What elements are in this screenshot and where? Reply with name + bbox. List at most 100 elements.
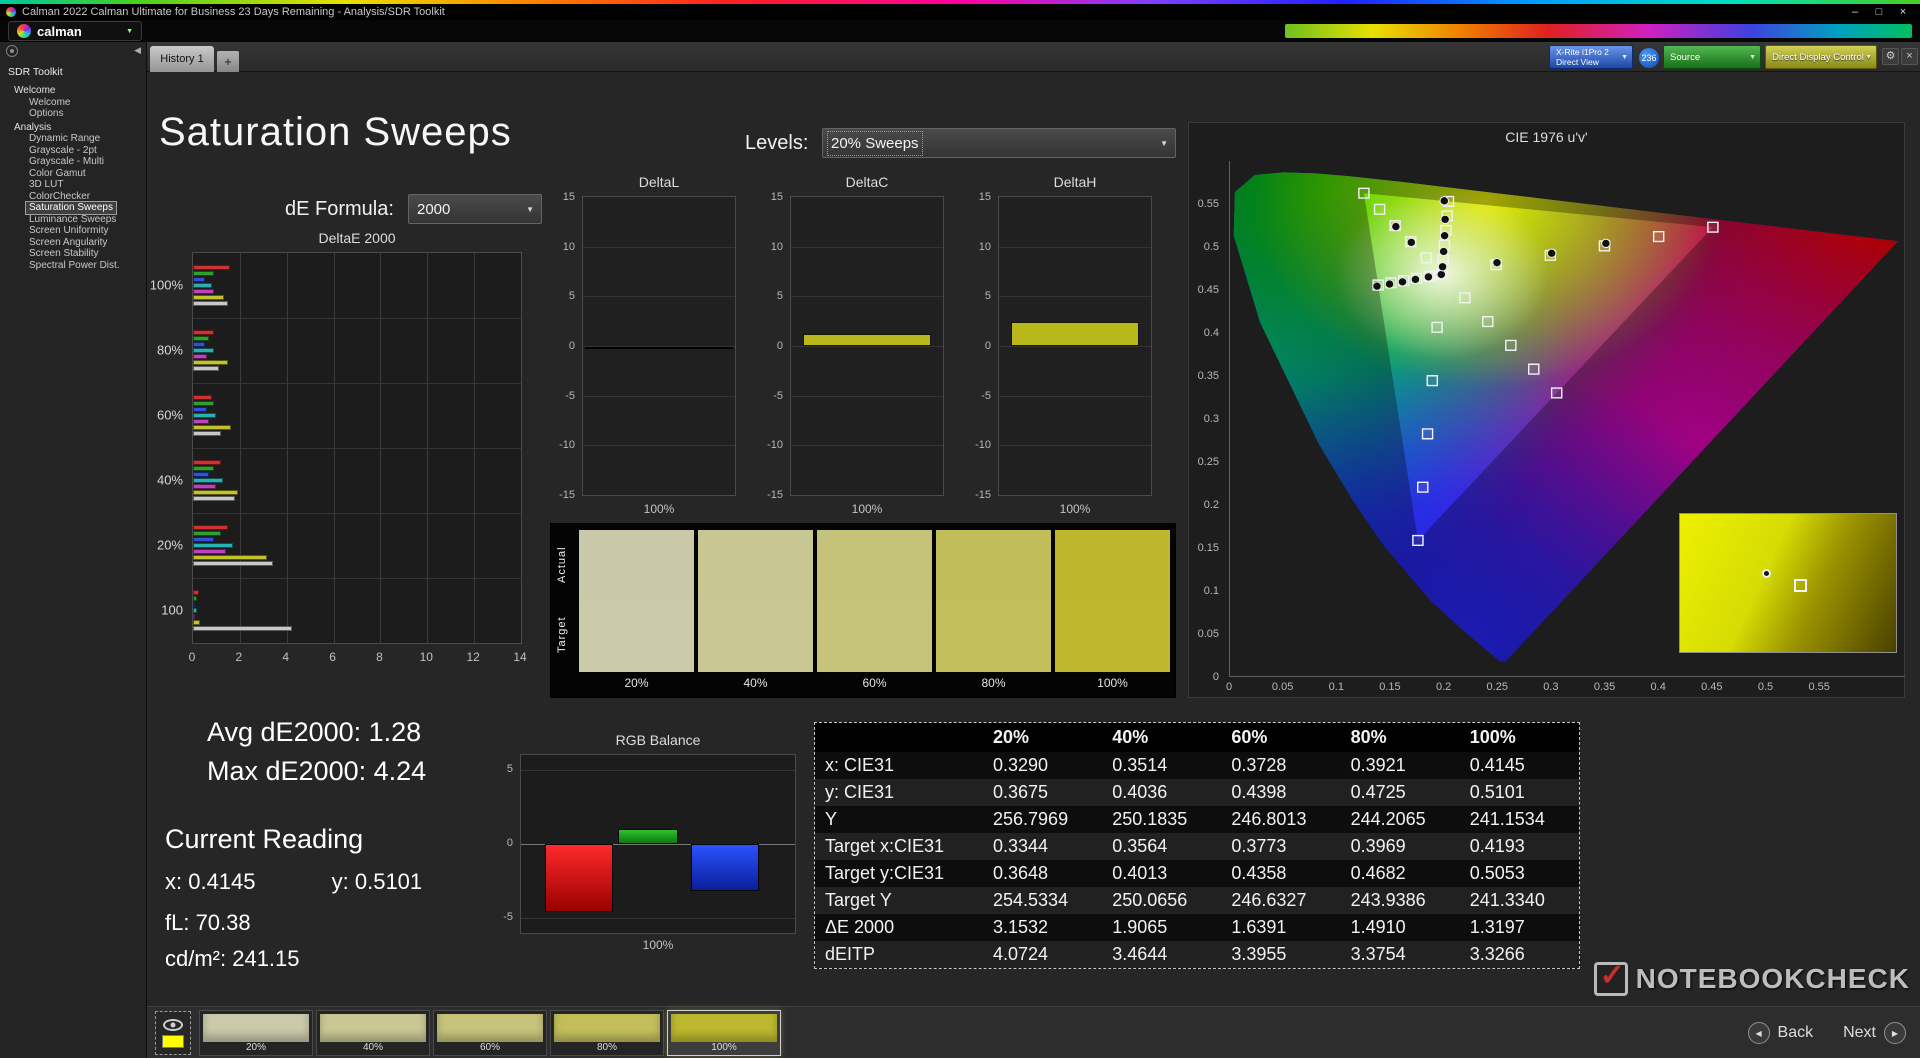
cie-diagram-panel: CIE 1976 u'v' 0 0.05 0.1 0.15 0.2 0.25 0.3 0.35… [1188, 122, 1905, 698]
patch-thumb-60[interactable]: 60% [433, 1010, 547, 1056]
swatch-label: 40% [743, 676, 768, 690]
patch-thumb-40[interactable]: 40% [316, 1010, 430, 1056]
patch-label: 80% [596, 1042, 617, 1053]
mini-y-tick-label: 5 [984, 290, 991, 303]
display-control-button[interactable]: Direct Display Control ▼ [1765, 45, 1877, 69]
cie-x-tick-label: 0.15 [1379, 681, 1401, 693]
sidebar-item-screen-uniformity[interactable]: Screen Uniformity [26, 225, 111, 237]
cie-x-tick-label: 0.45 [1701, 681, 1723, 693]
mini-y-tick-label: 5 [776, 290, 783, 303]
mini-y-tick-label: -10 [975, 439, 991, 452]
levels-dropdown[interactable]: 20% Sweeps ▼ [822, 128, 1176, 158]
table-cell: 0.3344 [993, 836, 1049, 856]
sidebar-group-welcome[interactable]: Welcome [14, 85, 146, 97]
collapse-sidebar-button[interactable]: ◀ [134, 45, 141, 56]
cie-x-tick-label: 0.4 [1650, 681, 1666, 693]
mini-y-tick-label: 0 [984, 340, 991, 352]
meter-select-button[interactable]: X-Rite i1Pro 2 Direct View ▼ [1549, 45, 1633, 69]
de-bar-20-4 [193, 549, 226, 554]
mini-y-tick-label: -10 [559, 439, 575, 452]
eye-icon [163, 1018, 183, 1031]
sidebar-item-saturation-sweeps[interactable]: Saturation Sweeps [25, 201, 117, 215]
chevron-down-icon: ▼ [1621, 53, 1628, 61]
target-icon[interactable] [6, 45, 18, 57]
swatch-20: 20% [579, 530, 694, 699]
sidebar-item-grayscale-2pt[interactable]: Grayscale - 2pt [26, 145, 100, 157]
sidebar-item-welcome[interactable]: Welcome [26, 97, 74, 109]
chevron-down-icon: ▼ [1749, 53, 1756, 61]
table-row-y-cie31: y: CIE31 0.3675 0.4036 0.4398 0.4725 0.5101 [815, 779, 1579, 806]
de-bar-100-1 [193, 271, 215, 276]
cie-x-tick-label: 0.05 [1271, 681, 1294, 693]
close-button[interactable]: × [1892, 6, 1914, 18]
table-cell: 1.9065 [1112, 917, 1168, 937]
sidebar-item-screen-stability[interactable]: Screen Stability [26, 248, 101, 260]
table-cell: 0.3921 [1350, 755, 1406, 775]
sidebar-item-grayscale-multi[interactable]: Grayscale - Multi [26, 156, 107, 168]
sidebar-item-screen-angularity[interactable]: Screen Angularity [26, 237, 110, 249]
cie-y-tick-label: 0.45 [1197, 284, 1219, 296]
table-cell: 0.4036 [1112, 782, 1168, 802]
de-group-label: 40% [156, 472, 183, 487]
maximize-button[interactable]: □ [1868, 6, 1890, 18]
mini-gridline [583, 395, 735, 397]
tab-history-1[interactable]: History 1 [150, 46, 214, 72]
de-bar-80-2 [193, 342, 205, 347]
sidebar-item-color-gamut[interactable]: Color Gamut [26, 168, 89, 180]
patch-label: 60% [479, 1042, 500, 1053]
patch-thumb-100[interactable]: 100% [667, 1010, 781, 1056]
table-row-target-y-cie31: Target y:CIE31 0.3648 0.4013 0.4358 0.4682 0.… [815, 860, 1579, 887]
sidebar-item-luminance-sweeps[interactable]: Luminance Sweeps [26, 214, 119, 226]
cie-target-marker [1413, 536, 1423, 546]
calman-menu-button[interactable]: calman ▼ [8, 21, 142, 41]
main-content: Saturation Sweeps Levels: 20% Sweeps ▼ d… [147, 72, 1920, 1006]
brand-name: calman [37, 23, 82, 39]
chevron-down-icon: ▼ [1865, 53, 1872, 61]
mini-gridline [999, 445, 1151, 447]
cie-y-tick-label: 0.4 [1203, 327, 1219, 339]
swatch-100: 100% [1055, 530, 1170, 699]
chevron-down-icon: ▼ [1160, 138, 1168, 148]
back-button[interactable]: ◀ Back [1747, 1022, 1813, 1044]
mini-y-tick-label: -5 [565, 389, 575, 402]
de-bar-60-5 [193, 425, 232, 430]
minimize-button[interactable]: – [1844, 6, 1866, 18]
cie-measured-marker [1411, 275, 1420, 283]
rgb-y-tick-label: 0 [506, 837, 513, 849]
sidebar-group-analysis[interactable]: Analysis [14, 122, 146, 134]
sidebar-item-options[interactable]: Options [26, 108, 66, 120]
sidebar-item-spectral-power-dist[interactable]: Spectral Power Dist. [26, 260, 123, 272]
sidebar-item-3d-lut[interactable]: 3D LUT [26, 179, 66, 191]
cie-inset-target-marker [1794, 578, 1808, 592]
add-tab-button[interactable]: + [217, 51, 239, 72]
sidebar-item-colorchecker[interactable]: ColorChecker [26, 191, 93, 203]
current-reading-xy: x: 0.4145 y: 0.5101 [165, 869, 422, 895]
table-col-20: 20% [983, 723, 1103, 752]
sidebar-item-dynamic-range[interactable]: Dynamic Range [26, 133, 103, 145]
de-bar-100-6 [193, 301, 229, 306]
swatch-target [1055, 601, 1170, 672]
cie-target-marker [1423, 429, 1433, 439]
next-button[interactable]: Next ▶ [1843, 1022, 1906, 1044]
de-bar-100-0 [193, 590, 199, 595]
row-label: dEITP [825, 944, 876, 964]
swatch-strip: Actual Target 20% 40% 60% 80% 100% [550, 523, 1176, 698]
cie-measured-marker [1385, 280, 1394, 288]
patch-thumb-20[interactable]: 20% [199, 1010, 313, 1056]
row-label: Target y:CIE31 [825, 863, 945, 883]
deltal-x-label: 100% [643, 502, 675, 516]
session-close-button[interactable]: × [1901, 48, 1918, 65]
settings-gear-button[interactable]: ⚙ [1882, 48, 1899, 65]
patch-preview-button[interactable] [155, 1011, 191, 1055]
cie-measured-marker [1440, 197, 1449, 205]
table-cell: 3.3266 [1469, 944, 1525, 964]
patch-thumb-80[interactable]: 80% [550, 1010, 664, 1056]
table-cell: 0.5053 [1469, 863, 1525, 883]
watermark-text: NOTEBOOKCHECK [1635, 963, 1910, 994]
source-label: Source [1670, 51, 1701, 63]
mini-gridline [791, 445, 943, 447]
table-cell: 246.8013 [1231, 809, 1307, 829]
de-formula-dropdown[interactable]: 2000 ▼ [408, 194, 542, 224]
source-select-button[interactable]: Source ▼ [1663, 45, 1761, 69]
cie-target-marker [1529, 364, 1539, 374]
